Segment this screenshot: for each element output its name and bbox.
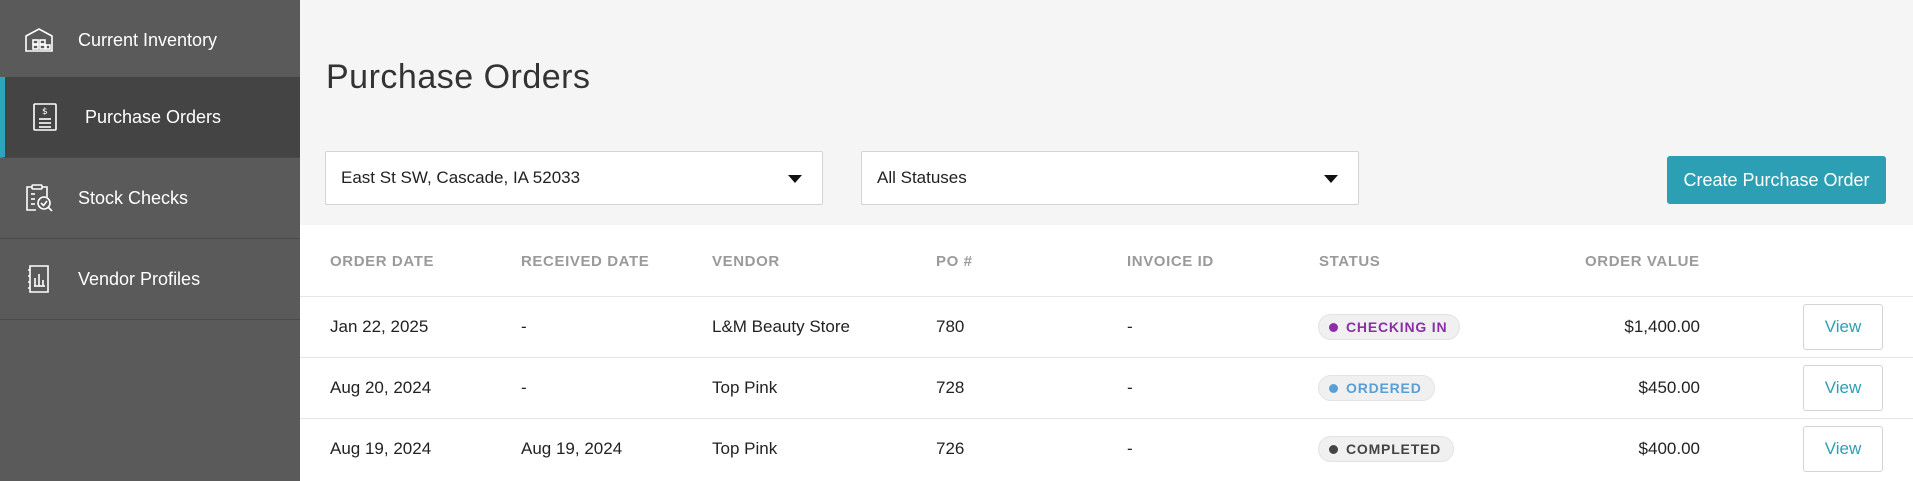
vendor-cell: L&M Beauty Store <box>712 317 850 336</box>
page-title: Purchase Orders <box>326 58 591 96</box>
column-header-status[interactable]: STATUS <box>1319 253 1380 270</box>
invoice-id-cell: - <box>1127 378 1133 397</box>
order-date-cell: Aug 19, 2024 <box>330 439 432 458</box>
sidebar: Current Inventory $ Purchase Orders Stoc… <box>0 0 300 481</box>
location-select-value: East St SW, Cascade, IA 52033 <box>341 168 581 187</box>
order-date-cell: Jan 22, 2025 <box>330 317 429 336</box>
sidebar-item-label: Current Inventory <box>78 29 218 50</box>
status-label: COMPLETED <box>1346 441 1442 457</box>
column-header-invoice-id[interactable]: INVOICE ID <box>1127 253 1214 270</box>
sidebar-item-label: Vendor Profiles <box>78 268 201 289</box>
status-select[interactable]: All Statuses <box>861 151 1359 205</box>
vendor-document-icon <box>24 264 54 294</box>
order-date-cell: Aug 20, 2024 <box>330 378 432 397</box>
status-badge: CHECKING IN <box>1318 314 1461 340</box>
table-row[interactable]: Aug 20, 2024 - Top Pink 728 - ORDERED $4… <box>300 357 1913 418</box>
po-cell: 780 <box>936 317 965 336</box>
invoice-id-cell: - <box>1127 317 1133 336</box>
view-button[interactable]: View <box>1803 304 1883 350</box>
invoice-icon: $ <box>30 102 60 132</box>
warehouse-icon <box>24 25 54 55</box>
order-value-cell: $450.00 <box>1638 378 1700 397</box>
po-cell: 726 <box>936 439 965 458</box>
column-header-po[interactable]: PO # <box>936 253 973 270</box>
received-date-cell: Aug 19, 2024 <box>521 439 623 458</box>
sidebar-item-label: Stock Checks <box>78 187 189 208</box>
svg-text:$: $ <box>42 107 48 117</box>
caret-down-icon <box>788 175 802 183</box>
table-row[interactable]: Jan 22, 2025 - L&M Beauty Store 780 - CH… <box>300 296 1913 357</box>
vendor-cell: Top Pink <box>712 378 778 397</box>
location-select[interactable]: East St SW, Cascade, IA 52033 <box>325 151 823 205</box>
sidebar-item-stock-checks[interactable]: Stock Checks <box>0 158 300 239</box>
column-header-order-date[interactable]: ORDER DATE <box>330 253 434 270</box>
column-header-order-value[interactable]: ORDER VALUE <box>1585 253 1700 270</box>
status-badge: COMPLETED <box>1318 436 1455 462</box>
invoice-id-cell: - <box>1127 439 1133 458</box>
status-dot-icon <box>1329 444 1338 454</box>
received-date-cell: - <box>521 378 527 397</box>
received-date-cell: - <box>521 317 527 336</box>
clipboard-search-icon <box>24 183 54 213</box>
main-content: Purchase Orders East St SW, Cascade, IA … <box>300 0 1913 481</box>
status-dot-icon <box>1329 383 1338 393</box>
column-header-vendor[interactable]: VENDOR <box>712 253 780 270</box>
purchase-orders-table: ORDER DATE RECEIVED DATE VENDOR PO # INV… <box>300 225 1913 481</box>
status-dot-icon <box>1329 322 1338 332</box>
order-value-cell: $400.00 <box>1638 439 1700 458</box>
order-value-cell: $1,400.00 <box>1624 317 1700 336</box>
status-label: ORDERED <box>1346 380 1422 396</box>
view-button[interactable]: View <box>1803 426 1883 472</box>
po-cell: 728 <box>936 378 965 397</box>
sidebar-item-purchase-orders[interactable]: $ Purchase Orders <box>0 77 300 158</box>
sidebar-item-current-inventory[interactable]: Current Inventory <box>0 0 300 81</box>
create-purchase-order-button[interactable]: Create Purchase Order <box>1667 156 1886 204</box>
sidebar-item-label: Purchase Orders <box>85 106 222 127</box>
column-header-received-date[interactable]: RECEIVED DATE <box>521 253 649 270</box>
view-button[interactable]: View <box>1803 365 1883 411</box>
vendor-cell: Top Pink <box>712 439 778 458</box>
table-row[interactable]: Aug 19, 2024 Aug 19, 2024 Top Pink 726 -… <box>300 418 1913 479</box>
status-badge: ORDERED <box>1318 375 1435 401</box>
status-label: CHECKING IN <box>1346 319 1448 335</box>
status-select-value: All Statuses <box>877 168 967 187</box>
caret-down-icon <box>1324 175 1338 183</box>
sidebar-item-vendor-profiles[interactable]: Vendor Profiles <box>0 239 300 320</box>
